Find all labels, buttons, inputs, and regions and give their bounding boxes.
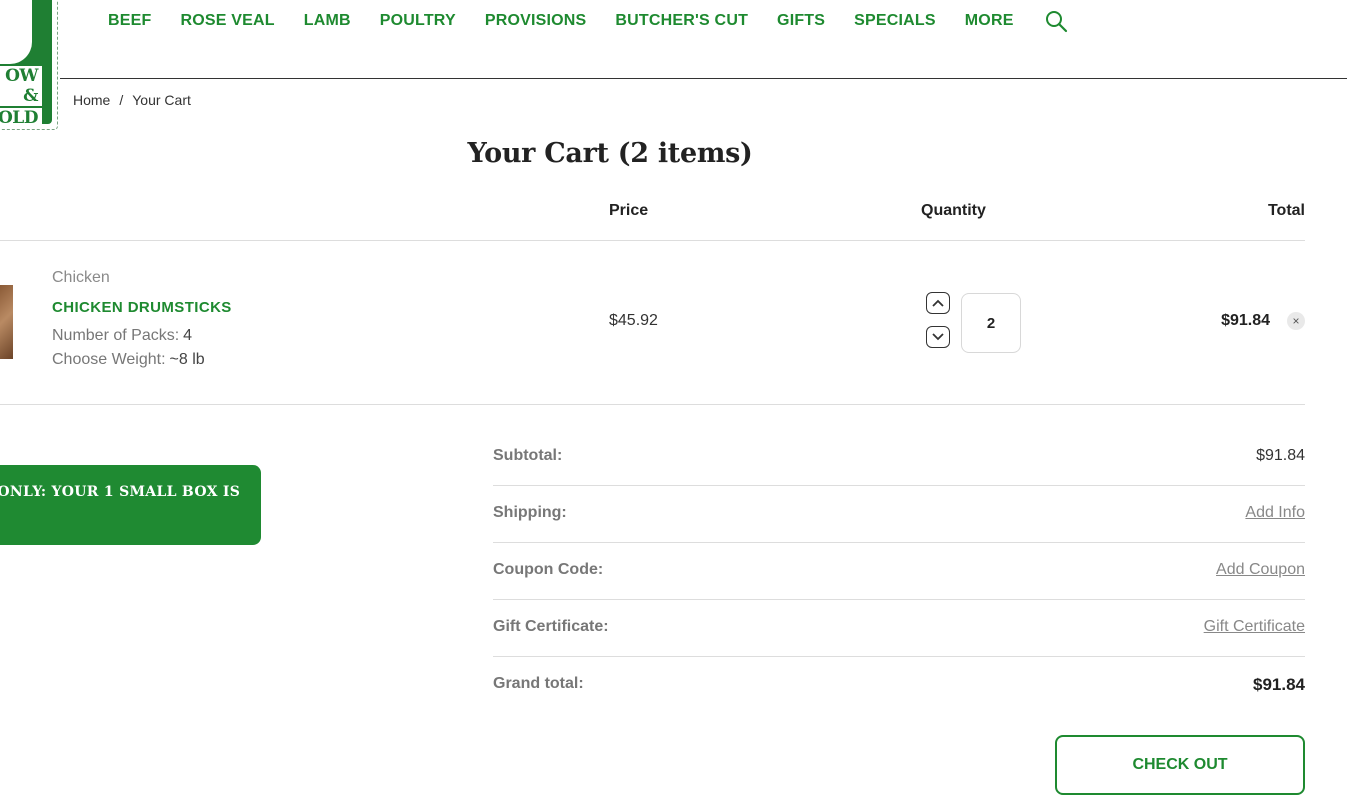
item-option-packs: Number of Packs: 4	[52, 327, 192, 345]
search-icon	[1045, 11, 1067, 33]
nav-item-butchers-cut[interactable]: BUTCHER'S CUT	[615, 12, 748, 30]
chevron-up-icon	[932, 299, 944, 307]
breadcrumb-current: Your Cart	[132, 92, 191, 108]
header-divider	[60, 78, 1347, 79]
breadcrumb-separator: /	[119, 92, 124, 108]
shipping-banner: G ONLY: YOUR 1 SMALL BOX IS L.	[0, 465, 261, 545]
logo-animal-graphic	[0, 0, 32, 64]
total-column-header: Total	[1267, 202, 1305, 219]
nav-item-gifts[interactable]: GIFTS	[777, 12, 825, 30]
item-price: $45.92	[609, 312, 658, 329]
nav-item-specials[interactable]: SPECIALS	[854, 12, 936, 30]
store-logo[interactable]: OW & OLD	[0, 0, 52, 124]
quantity-input[interactable]	[961, 293, 1021, 353]
item-option-value: 4	[183, 327, 193, 344]
item-option-label: Number of Packs:	[52, 327, 180, 344]
item-option-label: Choose Weight:	[52, 351, 166, 368]
logo-line-1: OW &	[0, 66, 42, 106]
price-column-header: Price	[609, 202, 649, 219]
breadcrumb: Home / Your Cart	[73, 92, 191, 108]
item-option-weight: Choose Weight: ~8 lb	[52, 351, 205, 369]
nav-item-beef[interactable]: BEEF	[108, 12, 151, 30]
table-header-divider	[0, 240, 1305, 241]
breadcrumb-home-link[interactable]: Home	[73, 92, 110, 108]
nav-item-poultry[interactable]: POULTRY	[380, 12, 456, 30]
nav-item-more[interactable]: MORE	[965, 12, 1014, 30]
shipping-label: Shipping:	[493, 504, 567, 521]
totals-divider	[493, 542, 1305, 543]
nav-item-rose-veal[interactable]: ROSE VEAL	[180, 12, 274, 30]
logo-wordmark: OW & OLD	[0, 66, 42, 124]
nav-item-lamb[interactable]: LAMB	[304, 12, 351, 30]
item-row-divider	[0, 404, 1305, 405]
item-category: Chicken	[52, 269, 110, 286]
checkout-button[interactable]: CHECK OUT	[1055, 735, 1305, 795]
chevron-down-icon	[932, 333, 944, 341]
quantity-column-header: Quantity	[921, 202, 986, 219]
shipping-banner-line-2: L.	[0, 505, 240, 530]
search-button[interactable]	[1043, 8, 1069, 34]
gift-certificate-label: Gift Certificate:	[493, 618, 609, 635]
nav-item-provisions[interactable]: PROVISIONS	[485, 12, 587, 30]
gift-certificate-link[interactable]: Gift Certificate	[1204, 618, 1305, 636]
item-name-link[interactable]: CHICKEN DRUMSTICKS	[52, 299, 232, 316]
grand-total-value: $91.84	[1253, 675, 1305, 694]
subtotal-value: $91.84	[1256, 447, 1305, 464]
totals-divider	[493, 485, 1305, 486]
totals-divider	[493, 656, 1305, 657]
item-total: $91.84	[1221, 312, 1270, 329]
coupon-code-label: Coupon Code:	[493, 561, 604, 578]
remove-item-button[interactable]: ×	[1287, 312, 1305, 330]
add-coupon-link[interactable]: Add Coupon	[1216, 561, 1305, 579]
quantity-decrease-button[interactable]	[926, 326, 950, 348]
shipping-banner-text: G ONLY: YOUR 1 SMALL BOX IS L.	[0, 480, 240, 530]
product-thumbnail[interactable]	[0, 285, 13, 359]
totals-divider	[493, 599, 1305, 600]
grand-total-label: Grand total:	[493, 675, 584, 692]
subtotal-label: Subtotal:	[493, 447, 563, 464]
shipping-banner-line-1: G ONLY: YOUR 1 SMALL BOX IS	[0, 484, 241, 500]
page-title: Your Cart (2 items)	[467, 138, 753, 169]
add-shipping-info-link[interactable]: Add Info	[1245, 504, 1305, 522]
main-nav: BEEF ROSE VEAL LAMB POULTRY PROVISIONS B…	[108, 8, 1069, 34]
close-icon: ×	[1292, 314, 1300, 328]
logo-line-2: OLD	[0, 108, 42, 124]
quantity-increase-button[interactable]	[926, 292, 950, 314]
item-option-value: ~8 lb	[169, 351, 205, 368]
